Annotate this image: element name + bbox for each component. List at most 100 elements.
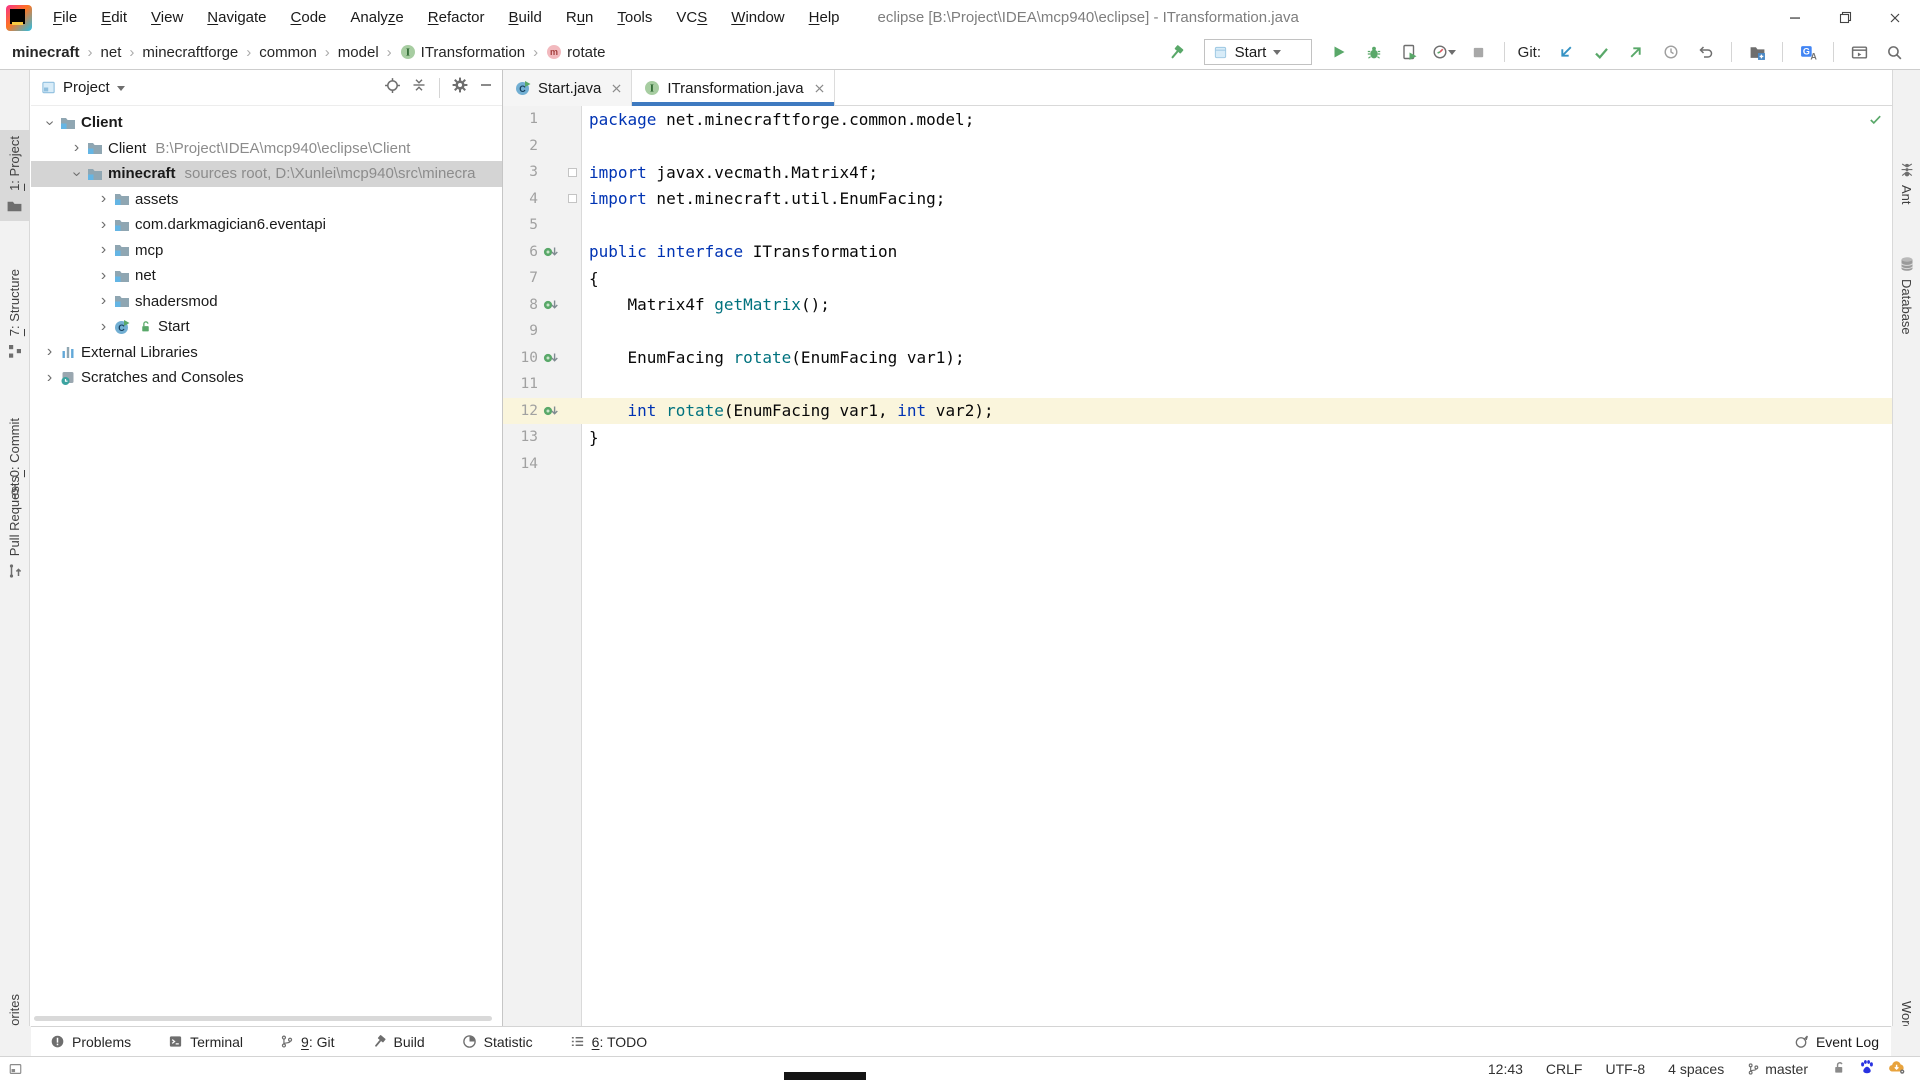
tree-row-net[interactable]: ›net <box>31 263 502 289</box>
tree-row-minecraft[interactable]: ›minecraftsources root, D:\Xunlei\mcp940… <box>31 161 502 187</box>
menu-run[interactable]: Run <box>554 0 606 35</box>
breadcrumb-item-minecraft[interactable]: minecraft <box>12 44 80 61</box>
menu-file[interactable]: File <box>41 0 89 35</box>
baidu-button[interactable] <box>1859 1059 1875 1078</box>
tool-window-button-terminal[interactable]: Terminal <box>168 1034 243 1050</box>
chevron-down-icon[interactable] <box>117 86 125 95</box>
code-line-3[interactable]: 3import javax.vecmath.Matrix4f; <box>503 159 1892 186</box>
code-line-12[interactable]: 12 int rotate(EnumFacing var1, int var2)… <box>503 398 1892 425</box>
fold-marker-icon[interactable] <box>568 194 577 203</box>
tree-row-scratches-and-consoles[interactable]: ›Scratches and Consoles <box>31 365 502 391</box>
run-anything-button[interactable] <box>1847 40 1871 64</box>
collapse-all-button[interactable] <box>411 77 427 98</box>
chevron-collapsed-icon[interactable]: › <box>41 343 58 361</box>
code-line-6[interactable]: 6public interface ITransformation <box>503 239 1892 266</box>
line-separator[interactable]: CRLF <box>1546 1061 1583 1077</box>
marker-implement-icon[interactable] <box>543 297 559 313</box>
settings-gear-button[interactable] <box>452 77 468 98</box>
inspection-ok-icon[interactable] <box>1868 112 1883 127</box>
marker-implement-icon[interactable] <box>543 403 559 419</box>
breadcrumb-item-rotate[interactable]: mrotate <box>546 44 605 61</box>
code-line-13[interactable]: 13} <box>503 424 1892 451</box>
chevron-collapsed-icon[interactable]: › <box>95 190 112 208</box>
minimize-button[interactable] <box>1770 0 1820 35</box>
tab-close-icon[interactable] <box>815 84 824 93</box>
cloud-sync-button[interactable] <box>1888 1059 1906 1078</box>
unlock-button[interactable] <box>1831 1060 1846 1078</box>
tool-window-button-build[interactable]: Build <box>372 1034 425 1050</box>
menu-tools[interactable]: Tools <box>605 0 664 35</box>
chevron-collapsed-icon[interactable]: › <box>95 216 112 234</box>
breadcrumb-item-minecraftforge[interactable]: minecraftforge <box>142 44 238 61</box>
tool-window-button-6--todo[interactable]: 6: TODO <box>570 1034 648 1050</box>
menu-vcs[interactable]: VCS <box>664 0 719 35</box>
stripe-button----structure[interactable]: 7: Structure <box>0 263 29 365</box>
coverage-button[interactable] <box>1397 40 1421 64</box>
code-line-4[interactable]: 4import net.minecraft.util.EnumFacing; <box>503 186 1892 213</box>
chevron-collapsed-icon[interactable]: › <box>95 267 112 285</box>
menu-build[interactable]: Build <box>496 0 553 35</box>
menu-code[interactable]: Code <box>279 0 339 35</box>
code-line-14[interactable]: 14 <box>503 451 1892 478</box>
code-line-1[interactable]: 1package net.minecraftforge.common.model… <box>503 106 1892 133</box>
hide-button[interactable] <box>478 77 494 98</box>
push-button[interactable] <box>1624 40 1648 64</box>
chevron-collapsed-icon[interactable]: › <box>68 139 85 157</box>
tree-row-client[interactable]: ›Client <box>31 110 502 136</box>
menu-analyze[interactable]: Analyze <box>338 0 415 35</box>
restore-button[interactable] <box>1820 0 1870 35</box>
menu-window[interactable]: Window <box>719 0 796 35</box>
code-line-10[interactable]: 10 EnumFacing rotate(EnumFacing var1); <box>503 345 1892 372</box>
breadcrumb-item-itransformation[interactable]: IITransformation <box>400 44 525 61</box>
translate-button[interactable]: GA <box>1796 40 1820 64</box>
stripe-button-pull-requests[interactable]: Pull Requests <box>0 470 29 585</box>
code-line-11[interactable]: 11 <box>503 371 1892 398</box>
horizontal-scrollbar[interactable] <box>34 1016 492 1021</box>
tab-start-java[interactable]: CStart.java <box>503 70 632 106</box>
search-everywhere-button[interactable] <box>1882 40 1906 64</box>
menu-view[interactable]: View <box>139 0 195 35</box>
tool-window-button-statistic[interactable]: Statistic <box>462 1034 533 1050</box>
close-button[interactable] <box>1870 0 1920 35</box>
tree-row-shadersmod[interactable]: ›shadersmod <box>31 289 502 315</box>
chevron-collapsed-icon[interactable]: › <box>41 369 58 387</box>
tab-itransformation-java[interactable]: IITransformation.java <box>632 70 834 106</box>
tool-window-button-problems[interactable]: Problems <box>50 1034 131 1050</box>
code-editor[interactable]: 1package net.minecraftforge.common.model… <box>503 106 1892 1026</box>
profiler-button[interactable] <box>1432 40 1456 64</box>
tree-row-client[interactable]: ›ClientB:\Project\IDEA\mcp940\eclipse\Cl… <box>31 136 502 162</box>
code-line-8[interactable]: 8 Matrix4f getMatrix(); <box>503 292 1892 319</box>
tree-row-start[interactable]: ›CStart <box>31 314 502 340</box>
project-panel-title[interactable]: Project <box>63 79 110 96</box>
event-log-button[interactable]: Event Log <box>1794 1034 1879 1050</box>
tree-row-external-libraries[interactable]: ›External Libraries <box>31 340 502 366</box>
rollback-button[interactable] <box>1694 40 1718 64</box>
breadcrumb-item-net[interactable]: net <box>101 44 122 61</box>
menu-refactor[interactable]: Refactor <box>416 0 497 35</box>
tool-window-switcher-icon[interactable] <box>8 1062 23 1076</box>
file-encoding[interactable]: UTF-8 <box>1605 1061 1645 1077</box>
tab-close-icon[interactable] <box>612 84 621 93</box>
indent-setting[interactable]: 4 spaces <box>1668 1061 1724 1077</box>
stripe-button-ant[interactable]: Ant <box>1893 156 1920 211</box>
code-line-5[interactable]: 5 <box>503 212 1892 239</box>
run-button[interactable] <box>1327 40 1351 64</box>
chevron-collapsed-icon[interactable]: › <box>95 292 112 310</box>
code-line-9[interactable]: 9 <box>503 318 1892 345</box>
code-line-2[interactable]: 2 <box>503 133 1892 160</box>
tree-row-mcp[interactable]: ›mcp <box>31 238 502 264</box>
breadcrumb-item-model[interactable]: model <box>338 44 379 61</box>
update-project-button[interactable] <box>1554 40 1578 64</box>
fold-marker-icon[interactable] <box>568 168 577 177</box>
changes-button[interactable] <box>1745 40 1769 64</box>
marker-implement-icon[interactable] <box>543 350 559 366</box>
debug-button[interactable] <box>1362 40 1386 64</box>
commit-button[interactable] <box>1589 40 1613 64</box>
marker-implement-icon[interactable] <box>543 244 559 260</box>
chevron-expanded-icon[interactable]: › <box>41 114 59 131</box>
build-hammer-button[interactable] <box>1165 40 1189 64</box>
menu-help[interactable]: Help <box>797 0 852 35</box>
chevron-collapsed-icon[interactable]: › <box>95 241 112 259</box>
locate-button[interactable] <box>384 77 401 99</box>
chevron-collapsed-icon[interactable]: › <box>95 318 112 336</box>
